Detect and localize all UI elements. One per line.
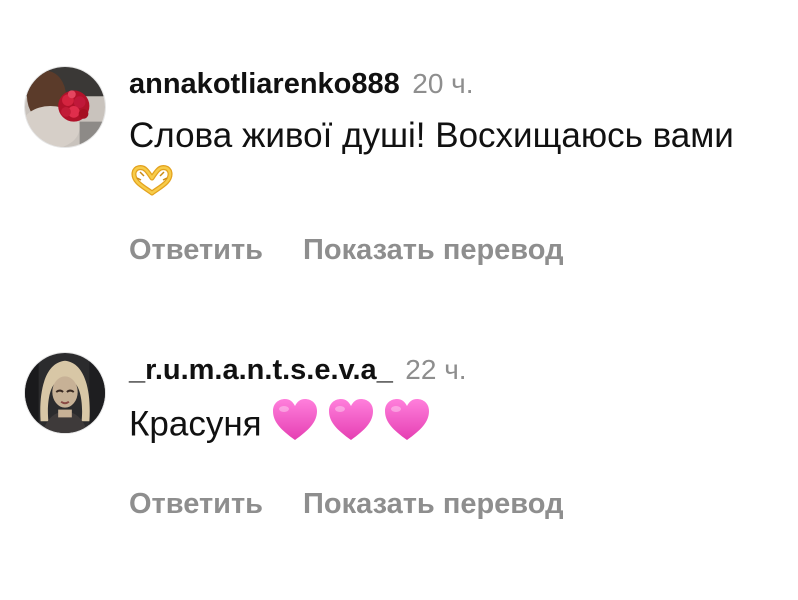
comment-text-block: Красуня [129,398,779,454]
comment-timestamp: 20 ч. [412,68,474,99]
show-translation-button[interactable]: Показать перевод [303,488,563,520]
comment-text: Красуня [129,404,262,444]
avatar[interactable] [24,66,106,148]
comment-body: annakotliarenko888 20 ч. Слова живої душ… [129,62,778,267]
heart-hands-icon [129,161,175,208]
comment-text: Слова живої душі! Восхищаюсь вами [129,116,734,155]
comment-meta: annakotliarenko888 20 ч. [129,62,778,106]
avatar-image-icon [25,353,105,433]
reply-button[interactable]: Ответить [129,234,263,266]
comment-actions: Ответить Показать перевод [129,234,778,267]
pink-heart-icon [271,398,319,454]
comment-text-block: Слова живої душі! Восхищаюсь вами [129,112,779,208]
comment-body: _r.u.m.a.n.t.s.e.v.a_ 22 ч. Красуня Отве… [129,348,778,521]
reply-button[interactable]: Ответить [129,488,263,520]
username-link[interactable]: _r.u.m.a.n.t.s.e.v.a_ [129,354,393,386]
comment-actions: Ответить Показать перевод [129,488,778,521]
comments-screen: annakotliarenko888 20 ч. Слова живої душ… [0,0,798,600]
pink-heart-icon [327,398,375,454]
comment-timestamp: 22 ч. [405,354,467,385]
avatar-image-icon [25,67,105,147]
username-link[interactable]: annakotliarenko888 [129,68,400,100]
show-translation-button[interactable]: Показать перевод [303,234,563,266]
avatar[interactable] [24,352,106,434]
comment-meta: _r.u.m.a.n.t.s.e.v.a_ 22 ч. [129,348,778,392]
pink-heart-icon [383,398,431,454]
